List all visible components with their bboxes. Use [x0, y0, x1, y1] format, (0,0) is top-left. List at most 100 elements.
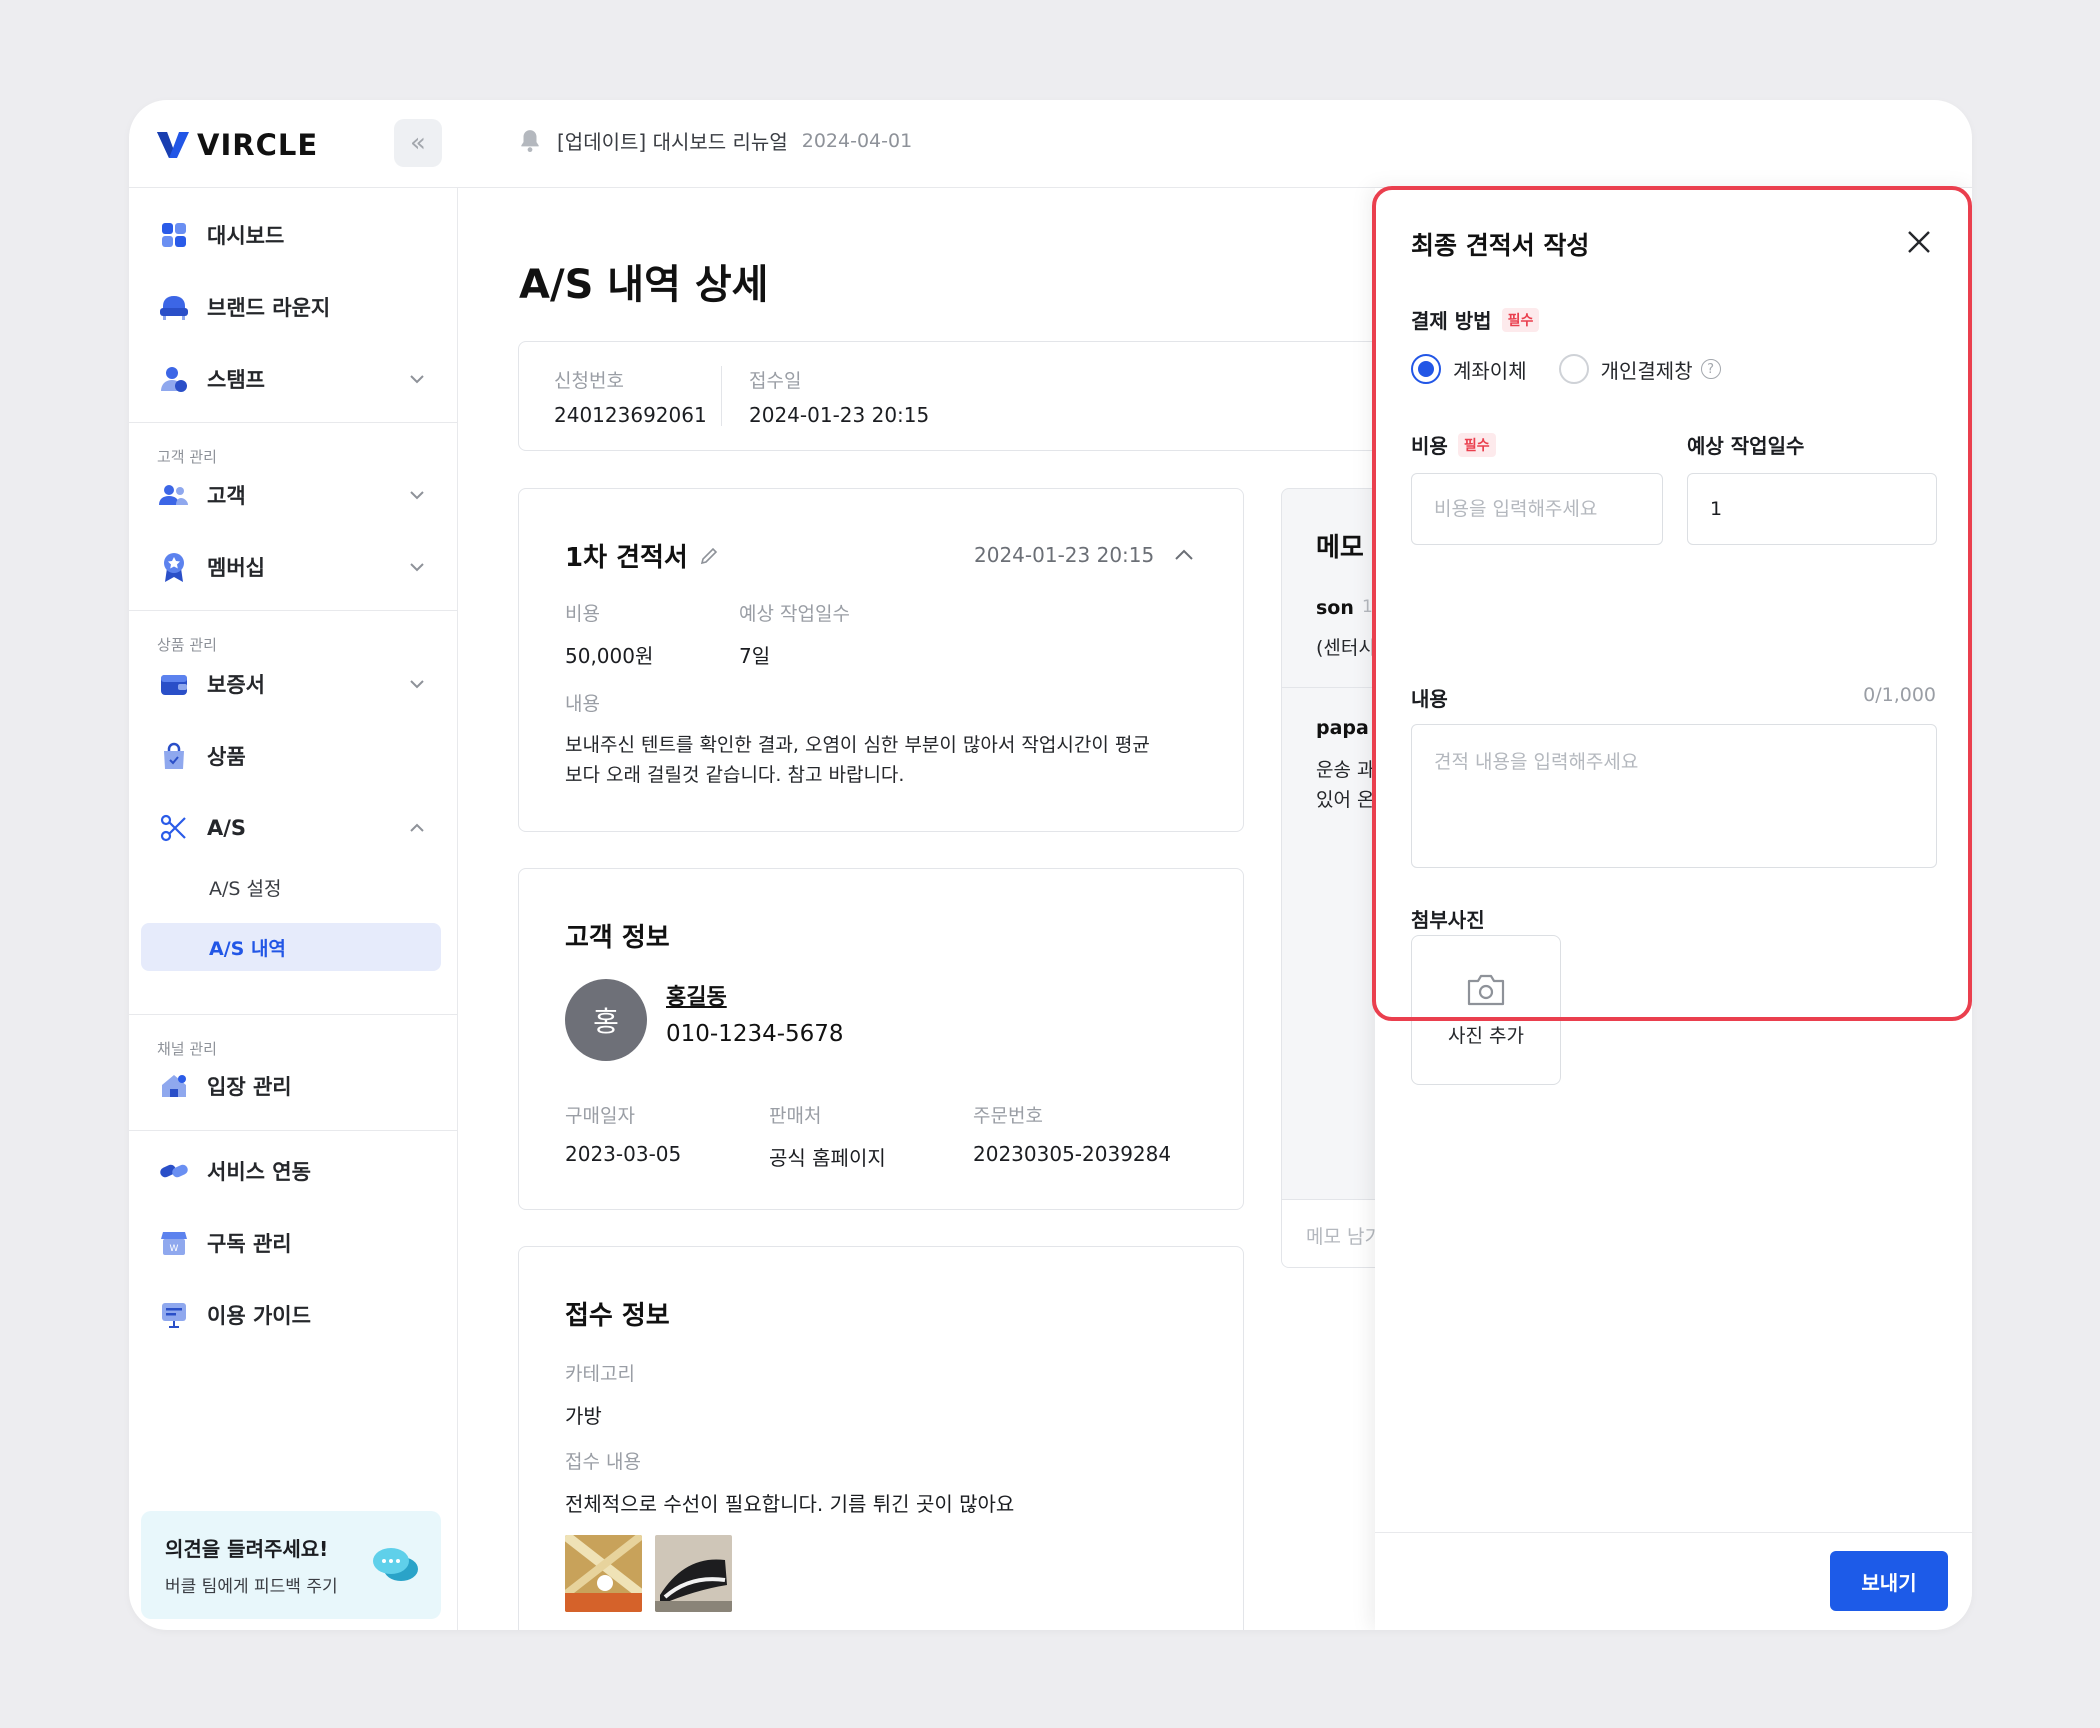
chevron-down-icon [410, 491, 424, 500]
notice-text: [업데이트] 대시보드 리뉴얼 [557, 130, 788, 154]
estimate-days-value: 7일 [739, 644, 771, 668]
reception-category-label: 카테고리 [565, 1363, 635, 1385]
estimate-content: 내용 보내주신 텐트를 확인한 결과, 오염이 심한 부분이 많아서 작업시간이… [565, 689, 1215, 790]
sidebar-subitem-as-history[interactable]: A/S 내역 [141, 923, 441, 971]
seller: 판매처 공식 홈페이지 [769, 1101, 886, 1171]
payment-method-label: 결제 방법 필수 [1411, 305, 1540, 334]
seller-label: 판매처 [769, 1105, 822, 1127]
estimate-days-label: 예상 작업일수 [739, 603, 850, 625]
estimate-date: 2024-01-23 20:15 [974, 543, 1155, 567]
memo-title: 메모 [1316, 533, 1364, 563]
close-icon[interactable] [1903, 226, 1935, 258]
divider [129, 1014, 458, 1015]
section-label-customer: 고객 관리 [157, 448, 217, 466]
shop-icon: W [159, 1228, 189, 1258]
reception-photo[interactable] [565, 1535, 642, 1612]
users-icon [159, 480, 189, 510]
sidebar-item-stamp[interactable]: 스탬프 [141, 355, 441, 403]
reception-photo[interactable] [655, 1535, 732, 1612]
required-badge: 필수 [1501, 307, 1540, 332]
content-counter: 0/1,000 [1863, 684, 1936, 706]
estimate-content-label: 내용 [565, 693, 600, 715]
sidebar-item-as[interactable]: A/S [141, 804, 441, 852]
section-label-channel: 채널 관리 [157, 1040, 217, 1058]
reception-content: 접수 내용 전체적으로 수선이 필요합니다. 기름 튀긴 곳이 많아요 [565, 1447, 1014, 1517]
avatar: 홍 [565, 979, 647, 1061]
sidebar-item-label: 브랜드 라운지 [207, 296, 331, 320]
customer-title: 고객 정보 [565, 923, 670, 953]
add-photo-label: 사진 추가 [1448, 1024, 1524, 1047]
customer-name[interactable]: 홍길동 [666, 979, 727, 1011]
sidebar-item-label: 서비스 연동 [207, 1160, 311, 1184]
drawer-title: 최종 견적서 작성 [1411, 231, 1590, 260]
photo-label: 첨부사진 [1411, 908, 1485, 932]
memo-text: (센터시 [1316, 637, 1376, 659]
sidebar-item-product[interactable]: 상품 [141, 732, 441, 780]
sofa-icon [159, 292, 189, 322]
add-photo-button[interactable]: 사진 추가 [1411, 935, 1561, 1085]
request-info-card: 신청번호 240123692061 접수일 2024-01-23 20:15 [518, 341, 1518, 451]
brand-logo[interactable]: VIRCLE [157, 128, 318, 162]
sidebar-item-label: 이용 가이드 [207, 1304, 311, 1328]
reception-content-label: 접수 내용 [565, 1451, 641, 1473]
reception-category-value: 가방 [565, 1404, 602, 1428]
sidebar-item-label: 멤버십 [207, 556, 265, 580]
top-bar: VIRCLE « [업데이트] 대시보드 리뉴얼 2024-04-01 [129, 100, 1972, 188]
payment-method-text: 결제 방법 [1411, 309, 1492, 333]
collapse-sidebar-button[interactable]: « [394, 119, 442, 167]
estimate-content-line: 보내주신 텐트를 확인한 결과, 오염이 심한 부분이 많아서 작업시간이 평균 [565, 734, 1150, 756]
chevron-up-icon[interactable] [1172, 543, 1196, 567]
memo-author: papa [1316, 717, 1369, 739]
sidebar-item-dashboard[interactable]: 대시보드 [141, 211, 441, 259]
request-date-value: 2024-01-23 20:15 [749, 403, 930, 427]
sidebar-item-label: 대시보드 [207, 224, 285, 248]
memo-meta: 1 [1362, 597, 1373, 617]
link-icon [159, 1156, 189, 1186]
chat-bubble-icon [373, 1548, 418, 1581]
request-number: 신청번호 240123692061 [554, 366, 707, 427]
radio-personal-payment-label[interactable]: 개인결제창 [1601, 355, 1693, 384]
request-number-value: 240123692061 [554, 403, 707, 427]
sidebar-item-label: A/S [207, 816, 247, 840]
content-textarea[interactable] [1411, 724, 1937, 868]
customer-phone: 010-1234-5678 [666, 1021, 844, 1047]
sidebar-item-entry[interactable]: 입장 관리 [141, 1062, 441, 1110]
send-button[interactable]: 보내기 [1830, 1551, 1948, 1611]
help-icon[interactable]: ? [1700, 359, 1721, 379]
sidebar-item-service-link[interactable]: 서비스 연동 [141, 1147, 441, 1195]
radio-bank-transfer-label[interactable]: 계좌이체 [1453, 355, 1527, 384]
estimate-content-line: 보다 오래 걸릴것 같습니다. 참고 바랍니다. [565, 764, 905, 786]
dashboard-icon [159, 220, 189, 250]
sidebar-item-label: 스탬프 [207, 368, 265, 392]
sidebar-item-membership[interactable]: 멤버십 [141, 543, 441, 591]
radio-bank-transfer[interactable] [1411, 354, 1441, 384]
double-chevron-left-icon: « [410, 128, 426, 158]
purchase-date: 구매일자 2023-03-05 [565, 1101, 681, 1166]
estimate-cost: 비용 50,000원 [565, 599, 653, 669]
pencil-icon[interactable] [698, 545, 720, 567]
sidebar-item-brand-lounge[interactable]: 브랜드 라운지 [141, 283, 441, 331]
guide-icon [159, 1300, 189, 1330]
sidebar-item-warranty[interactable]: 보증서 [141, 660, 441, 708]
estimate-cost-value: 50,000원 [565, 644, 654, 668]
memo-text: 있어 온 [1316, 789, 1375, 811]
badge-icon [159, 552, 189, 582]
feedback-banner[interactable]: 의견을 들려주세요! 버클 팀에게 피드백 주기 [141, 1511, 441, 1619]
camera-icon [1467, 974, 1505, 1005]
days-input[interactable] [1687, 473, 1937, 545]
sidebar-item-subscription[interactable]: W 구독 관리 [141, 1219, 441, 1267]
notice-banner[interactable]: [업데이트] 대시보드 리뉴얼 2024-04-01 [517, 126, 912, 155]
sidebar-item-label: 보증서 [207, 673, 265, 697]
divider [129, 1130, 458, 1131]
sidebar-item-customer[interactable]: 고객 [141, 471, 441, 519]
sidebar-item-guide[interactable]: 이용 가이드 [141, 1291, 441, 1339]
radio-personal-payment[interactable] [1558, 354, 1589, 384]
chevron-down-icon [410, 563, 424, 572]
content-label: 내용 [1411, 687, 1448, 711]
cost-label-text: 비용 [1411, 434, 1448, 458]
sidebar-item-label: 고객 [207, 484, 246, 508]
sidebar-subitem-as-settings[interactable]: A/S 설정 [141, 863, 441, 911]
app-window: VIRCLE « [업데이트] 대시보드 리뉴얼 2024-04-01 대시보드… [129, 100, 1972, 1630]
cost-input[interactable] [1411, 473, 1663, 545]
order-number: 주문번호 20230305-2039284 [973, 1101, 1171, 1166]
